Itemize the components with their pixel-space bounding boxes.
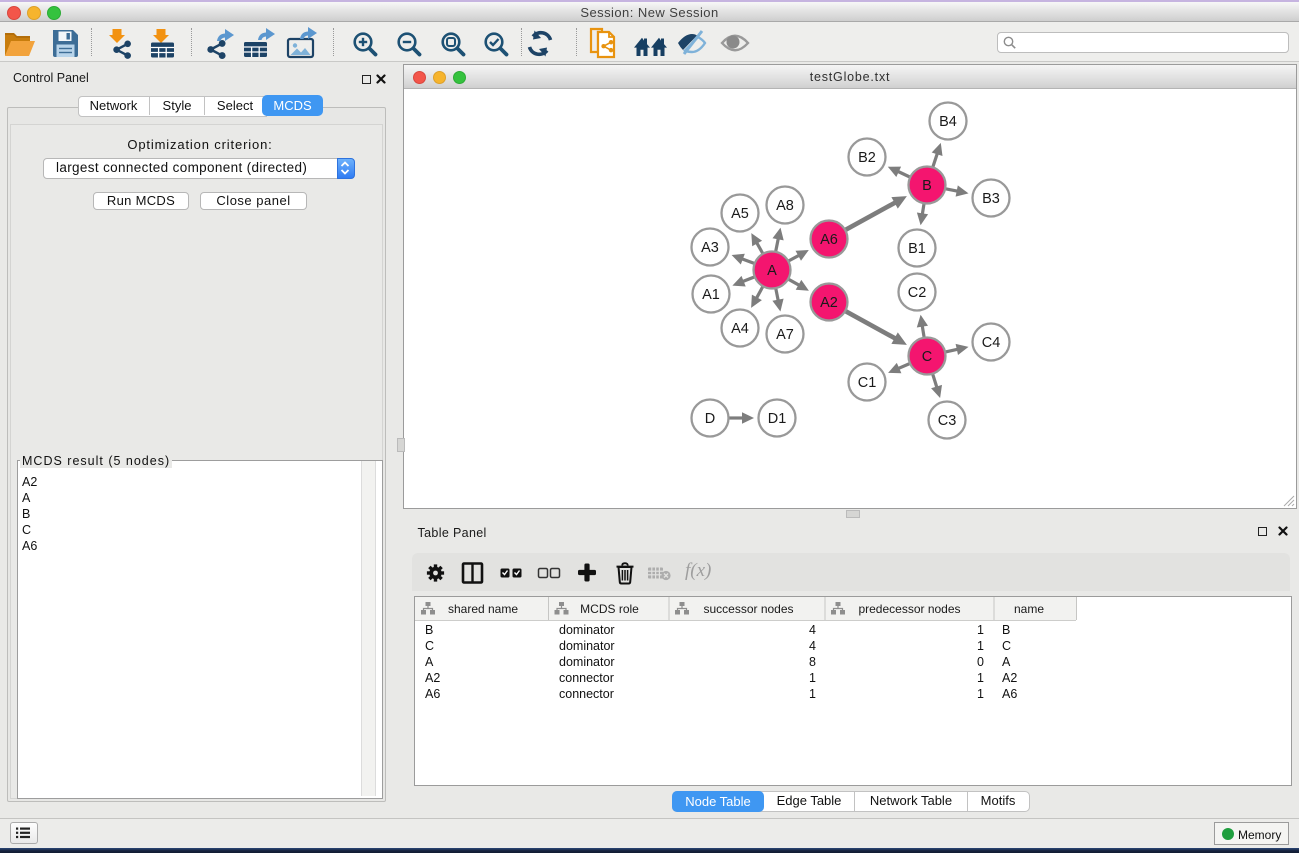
svg-text:A8: A8 xyxy=(776,198,794,214)
svg-text:C4: C4 xyxy=(982,335,1001,351)
svg-text:A6: A6 xyxy=(820,232,838,248)
svg-text:A4: A4 xyxy=(731,321,749,337)
svg-text:B1: B1 xyxy=(908,241,926,257)
svg-text:B: B xyxy=(922,178,932,194)
svg-text:B4: B4 xyxy=(939,114,957,130)
svg-text:A: A xyxy=(767,263,777,279)
svg-text:C1: C1 xyxy=(858,375,877,391)
svg-text:A3: A3 xyxy=(701,240,719,256)
svg-text:A7: A7 xyxy=(776,327,794,343)
svg-text:A1: A1 xyxy=(702,287,720,303)
svg-text:B2: B2 xyxy=(858,150,876,166)
svg-text:C: C xyxy=(922,349,932,365)
svg-text:C2: C2 xyxy=(908,285,927,301)
svg-text:D: D xyxy=(705,411,715,427)
svg-text:A5: A5 xyxy=(731,206,749,222)
svg-text:A2: A2 xyxy=(820,295,838,311)
svg-text:C3: C3 xyxy=(938,413,957,429)
svg-text:B3: B3 xyxy=(982,191,1000,207)
svg-text:D1: D1 xyxy=(768,411,787,427)
